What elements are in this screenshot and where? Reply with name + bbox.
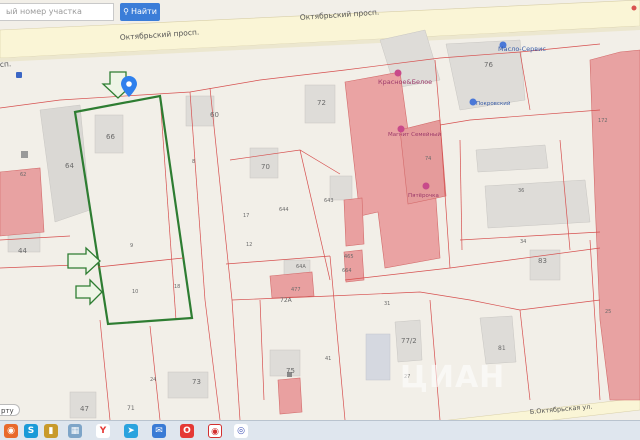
house-number: 8	[192, 159, 195, 165]
store-icon[interactable]	[394, 69, 402, 77]
building	[484, 179, 591, 229]
house-number: 60	[210, 111, 219, 119]
poi-label: Пятёрочка	[408, 193, 439, 199]
folder-icon[interactable]: ▮	[44, 424, 58, 438]
house-number: 64	[65, 162, 74, 170]
house-number: 74	[425, 156, 431, 162]
search-button[interactable]: ⚲ Найти	[120, 3, 160, 21]
house-number: 47	[80, 405, 89, 413]
house-number: 31	[384, 301, 390, 307]
house-number: 66	[106, 133, 115, 141]
search-button-label: Найти	[130, 7, 157, 16]
help-tab[interactable]: рту	[0, 404, 20, 416]
house-number: 72	[317, 99, 326, 107]
building	[269, 271, 315, 299]
search-input[interactable]: ый номер участка	[0, 3, 114, 21]
skype-icon[interactable]: S	[24, 424, 38, 438]
house-number: 12	[246, 242, 252, 248]
taskbar: ◉ S ▮ ▦ Y ➤ ✉ O ◉ ◎	[0, 420, 640, 440]
building	[277, 377, 303, 415]
poi-label: Масло-Сервис	[498, 45, 546, 53]
mail-icon[interactable]: ✉	[152, 424, 166, 438]
building	[479, 315, 517, 365]
house-number: 477	[291, 287, 301, 293]
poi-label: Магнит Семейный	[388, 131, 441, 138]
bus-stop-icon[interactable]	[16, 72, 22, 78]
house-number: 18	[174, 284, 180, 290]
building	[529, 249, 561, 281]
building	[167, 371, 209, 399]
search-placeholder: ый номер участка	[6, 7, 82, 16]
firefox-icon[interactable]: ◉	[4, 424, 18, 438]
house-number: 44	[18, 247, 27, 255]
house-number: 70	[261, 163, 270, 171]
help-tab-label: рту	[1, 407, 14, 415]
house-number: 9	[130, 243, 133, 249]
poi-icon[interactable]	[631, 5, 637, 11]
house-number: 34	[520, 239, 526, 245]
store-icon[interactable]	[422, 182, 430, 190]
house-number: 644	[279, 207, 289, 213]
house-number: 72А	[280, 297, 293, 304]
house-number: 41	[325, 356, 331, 362]
house-number: 172	[598, 118, 608, 124]
yandex-icon[interactable]: Y	[96, 424, 110, 438]
wifi-icon[interactable]: ◎	[234, 424, 248, 438]
house-number: 73	[192, 378, 201, 386]
house-number: 81	[498, 345, 506, 352]
house-number: 83	[538, 257, 547, 265]
house-number: 643	[324, 198, 334, 204]
poi-label: Покровский	[476, 100, 511, 107]
poi-label: Красное&Белое	[378, 78, 432, 86]
building	[329, 175, 353, 201]
house-number: 664	[342, 268, 352, 274]
building	[0, 167, 45, 237]
house-number: 10	[132, 289, 138, 295]
house-number: 36	[518, 188, 524, 194]
house-number: 71	[127, 405, 135, 412]
house-number: 25	[605, 309, 611, 315]
explorer-icon[interactable]: ▦	[68, 424, 82, 438]
house-number: 76	[484, 61, 493, 69]
watermark: ЦИАН	[400, 360, 506, 395]
building	[269, 349, 301, 377]
telegram-icon[interactable]: ➤	[124, 424, 138, 438]
house-number: 465	[344, 254, 354, 260]
building	[343, 197, 365, 247]
opera-icon[interactable]: O	[180, 424, 194, 438]
house-number: 17	[243, 213, 249, 219]
search-icon: ⚲	[123, 7, 129, 16]
house-number: 64А	[296, 264, 306, 270]
street-label: сп.	[0, 59, 12, 69]
house-number: 77/2	[401, 337, 417, 345]
house-number: 75	[286, 367, 295, 375]
house-number: 62	[20, 172, 26, 178]
house-number: 24	[150, 377, 156, 383]
building-icon	[21, 151, 28, 158]
cadastral-map[interactable]: Октябрьский просп. Октябрьский просп. сп…	[0, 0, 640, 440]
building	[475, 144, 549, 173]
chrome-icon[interactable]: ◉	[208, 424, 222, 438]
building	[365, 333, 391, 381]
